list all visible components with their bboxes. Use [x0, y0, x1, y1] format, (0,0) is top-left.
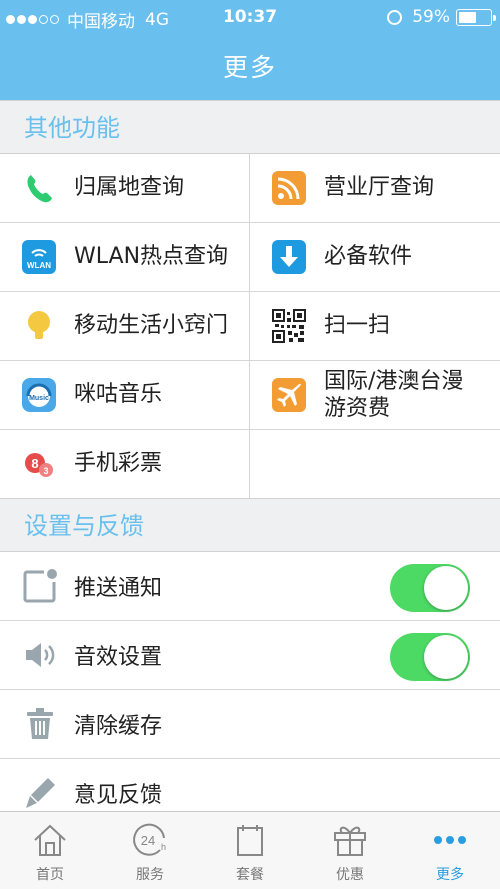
lottery-icon: 83: [22, 447, 56, 481]
qr-code-icon: [272, 309, 306, 343]
setting-push-notifications[interactable]: 推送通知: [0, 552, 500, 621]
wlan-icon: WLAN: [22, 240, 56, 274]
header: 中国移动 4G 10:37 59% 更多: [0, 0, 500, 100]
tab-more[interactable]: 更多: [400, 812, 500, 889]
rss-icon: [272, 171, 306, 205]
tab-offers[interactable]: 优惠: [300, 812, 400, 889]
tab-bar: 首页 24 h 服务 套餐 优惠 更多: [0, 811, 500, 889]
music-icon: Music: [22, 378, 56, 412]
feature-scan[interactable]: 扫一扫: [250, 292, 500, 360]
feature-store-query[interactable]: 营业厅查询: [250, 154, 500, 222]
tab-home[interactable]: 首页: [0, 812, 100, 889]
svg-text:8: 8: [31, 456, 38, 471]
lightbulb-icon: [22, 309, 56, 343]
24h-icon: 24 h: [130, 820, 170, 860]
svg-text:h: h: [161, 842, 166, 852]
feature-migu-music[interactable]: Music 咪咕音乐: [0, 361, 250, 429]
phone-icon: [22, 171, 56, 205]
battery-icon: [456, 8, 496, 26]
features-grid: 归属地查询 营业厅查询 WLAN WLAN热点查询 必备软件 移动生活小窍门 扫…: [0, 154, 500, 499]
section-features-title: 其他功能: [0, 100, 500, 154]
package-icon: [230, 820, 270, 860]
feature-roaming-rates[interactable]: 国际/港澳台漫游资费: [250, 361, 500, 429]
feature-empty-cell: [250, 430, 500, 498]
svg-text:24: 24: [141, 833, 155, 848]
speaker-icon: [22, 637, 58, 673]
feature-essential-apps[interactable]: 必备软件: [250, 223, 500, 291]
svg-text:Music: Music: [29, 395, 49, 402]
status-right: 59%: [387, 7, 496, 27]
svg-text:WLAN: WLAN: [27, 261, 51, 270]
alarm-icon: [387, 9, 403, 25]
feature-location-query[interactable]: 归属地查询: [0, 154, 250, 222]
page-title: 更多: [222, 53, 277, 82]
setting-clear-cache[interactable]: 清除缓存: [0, 690, 500, 759]
push-notifications-toggle[interactable]: [390, 564, 470, 612]
status-bar: 中国移动 4G 10:37 59%: [0, 0, 500, 36]
tab-service[interactable]: 24 h 服务: [100, 812, 200, 889]
home-icon: [30, 820, 70, 860]
more-icon: [430, 820, 470, 860]
svg-text:3: 3: [43, 466, 48, 476]
notification-icon: [22, 568, 58, 604]
section-settings-title: 设置与反馈: [0, 498, 500, 552]
pen-icon: [22, 775, 58, 811]
battery-percent: 59%: [412, 7, 450, 27]
feature-life-tips[interactable]: 移动生活小窍门: [0, 292, 250, 360]
feature-lottery[interactable]: 83 手机彩票: [0, 430, 250, 498]
gift-icon: [330, 820, 370, 860]
feature-wlan-query[interactable]: WLAN WLAN热点查询: [0, 223, 250, 291]
settings-list: 推送通知 音效设置 清除缓存 意见反馈: [0, 552, 500, 828]
tab-package[interactable]: 套餐: [200, 812, 300, 889]
trash-icon: [22, 706, 58, 742]
download-icon: [272, 240, 306, 274]
setting-sound-effects[interactable]: 音效设置: [0, 621, 500, 690]
sound-effects-toggle[interactable]: [390, 633, 470, 681]
airplane-icon: [272, 378, 306, 412]
